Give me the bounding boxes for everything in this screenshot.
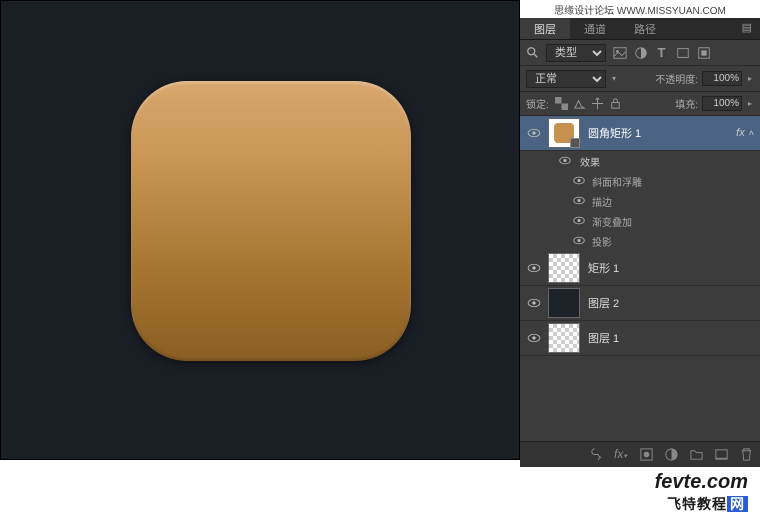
blend-row: 正常 ▾ 不透明度: ▸ bbox=[520, 66, 760, 92]
lock-label: 锁定: bbox=[526, 96, 549, 111]
layer-row[interactable]: 图层 2 bbox=[520, 286, 760, 321]
panel-menu-icon[interactable]: ▤ bbox=[734, 18, 760, 39]
visibility-eye-icon[interactable] bbox=[573, 196, 587, 206]
search-icon[interactable] bbox=[526, 46, 540, 60]
layer-thumbnail[interactable] bbox=[548, 323, 580, 353]
effect-name: 描边 bbox=[592, 194, 612, 209]
fill-input[interactable] bbox=[702, 96, 742, 111]
blend-mode-select[interactable]: 正常 bbox=[526, 70, 606, 88]
visibility-eye-icon[interactable] bbox=[559, 156, 573, 166]
tab-channels[interactable]: 通道 bbox=[570, 18, 620, 39]
group-icon[interactable] bbox=[689, 447, 704, 462]
layer-thumbnail[interactable] bbox=[548, 288, 580, 318]
effects-header-row[interactable]: 效果 bbox=[520, 151, 760, 171]
effect-item[interactable]: 描边 bbox=[520, 191, 760, 211]
filter-shape-icon[interactable] bbox=[675, 45, 690, 60]
lock-position-icon[interactable] bbox=[591, 97, 604, 110]
visibility-eye-icon[interactable] bbox=[527, 333, 541, 343]
filter-row: 类型 T bbox=[520, 40, 760, 66]
fx-icon[interactable]: fx▾ bbox=[614, 447, 629, 462]
logo-domain: fevte.com bbox=[520, 471, 748, 494]
layer-name[interactable]: 矩形 1 bbox=[588, 260, 760, 276]
effect-item[interactable]: 斜面和浮雕 bbox=[520, 171, 760, 191]
tab-paths[interactable]: 路径 bbox=[620, 18, 670, 39]
visibility-eye-icon[interactable] bbox=[573, 176, 587, 186]
layer-name[interactable]: 圆角矩形 1 bbox=[588, 125, 736, 141]
panel-tabs: 图层 通道 路径 ▤ bbox=[520, 18, 760, 40]
visibility-eye-icon[interactable] bbox=[527, 298, 541, 308]
logo-tagline: 飞特教程网 bbox=[520, 494, 748, 514]
effect-item[interactable]: 投影 bbox=[520, 231, 760, 251]
lock-pixels-icon[interactable] bbox=[573, 97, 586, 110]
effects-label: 效果 bbox=[580, 154, 600, 169]
watermark: 思缘设计论坛 WWW.MISSYUAN.COM bbox=[520, 0, 760, 18]
tab-layers[interactable]: 图层 bbox=[520, 18, 570, 39]
trash-icon[interactable] bbox=[739, 447, 754, 462]
new-layer-icon[interactable] bbox=[714, 447, 729, 462]
effect-item[interactable]: 渐变叠加 bbox=[520, 211, 760, 231]
mask-icon[interactable] bbox=[639, 447, 654, 462]
link-layers-icon[interactable] bbox=[589, 447, 604, 462]
panel-footer: fx▾ bbox=[520, 441, 760, 467]
layers-panel: 图层 通道 路径 ▤ 类型 T 正常 bbox=[520, 18, 760, 467]
layer-row[interactable]: 图层 1 bbox=[520, 321, 760, 356]
filter-smartobj-icon[interactable] bbox=[696, 45, 711, 60]
filter-image-icon[interactable] bbox=[612, 45, 627, 60]
effect-name: 渐变叠加 bbox=[592, 214, 632, 229]
fill-label: 填充: bbox=[675, 96, 698, 111]
fx-badge[interactable]: fx bbox=[736, 127, 745, 139]
layer-thumbnail[interactable] bbox=[548, 118, 580, 148]
chevron-down-icon[interactable]: ▸ bbox=[746, 74, 754, 83]
chevron-up-icon[interactable]: ˄ bbox=[749, 128, 754, 138]
visibility-eye-icon[interactable] bbox=[573, 236, 587, 246]
visibility-eye-icon[interactable] bbox=[527, 128, 541, 138]
layer-list: 圆角矩形 1 fx ˄ 效果 斜面和浮雕 描边 bbox=[520, 116, 760, 441]
effect-name: 投影 bbox=[592, 234, 612, 249]
adjustment-icon[interactable] bbox=[664, 447, 679, 462]
filter-text-icon[interactable]: T bbox=[654, 45, 669, 60]
layer-name[interactable]: 图层 1 bbox=[588, 330, 760, 346]
layer-thumbnail[interactable] bbox=[548, 253, 580, 283]
visibility-eye-icon[interactable] bbox=[573, 216, 587, 226]
opacity-label: 不透明度: bbox=[655, 71, 698, 86]
layer-row[interactable]: 圆角矩形 1 fx ˄ bbox=[520, 116, 760, 151]
filter-adjust-icon[interactable] bbox=[633, 45, 648, 60]
effect-name: 斜面和浮雕 bbox=[592, 174, 642, 189]
chevron-down-icon[interactable]: ▸ bbox=[746, 99, 754, 108]
lock-transparency-icon[interactable] bbox=[555, 97, 568, 110]
chevron-down-icon[interactable]: ▾ bbox=[610, 74, 618, 83]
filter-type-select[interactable]: 类型 bbox=[546, 44, 606, 62]
rounded-rectangle-shape bbox=[131, 81, 411, 361]
visibility-eye-icon[interactable] bbox=[527, 263, 541, 273]
vector-mask-badge bbox=[570, 138, 580, 148]
lock-all-icon[interactable] bbox=[609, 97, 622, 110]
layer-name[interactable]: 图层 2 bbox=[588, 295, 760, 311]
lock-row: 锁定: 填充: ▸ bbox=[520, 92, 760, 116]
canvas[interactable] bbox=[0, 0, 520, 460]
layer-row[interactable]: 矩形 1 bbox=[520, 251, 760, 286]
site-logo: fevte.com 飞特教程网 bbox=[520, 467, 760, 515]
opacity-input[interactable] bbox=[702, 71, 742, 86]
